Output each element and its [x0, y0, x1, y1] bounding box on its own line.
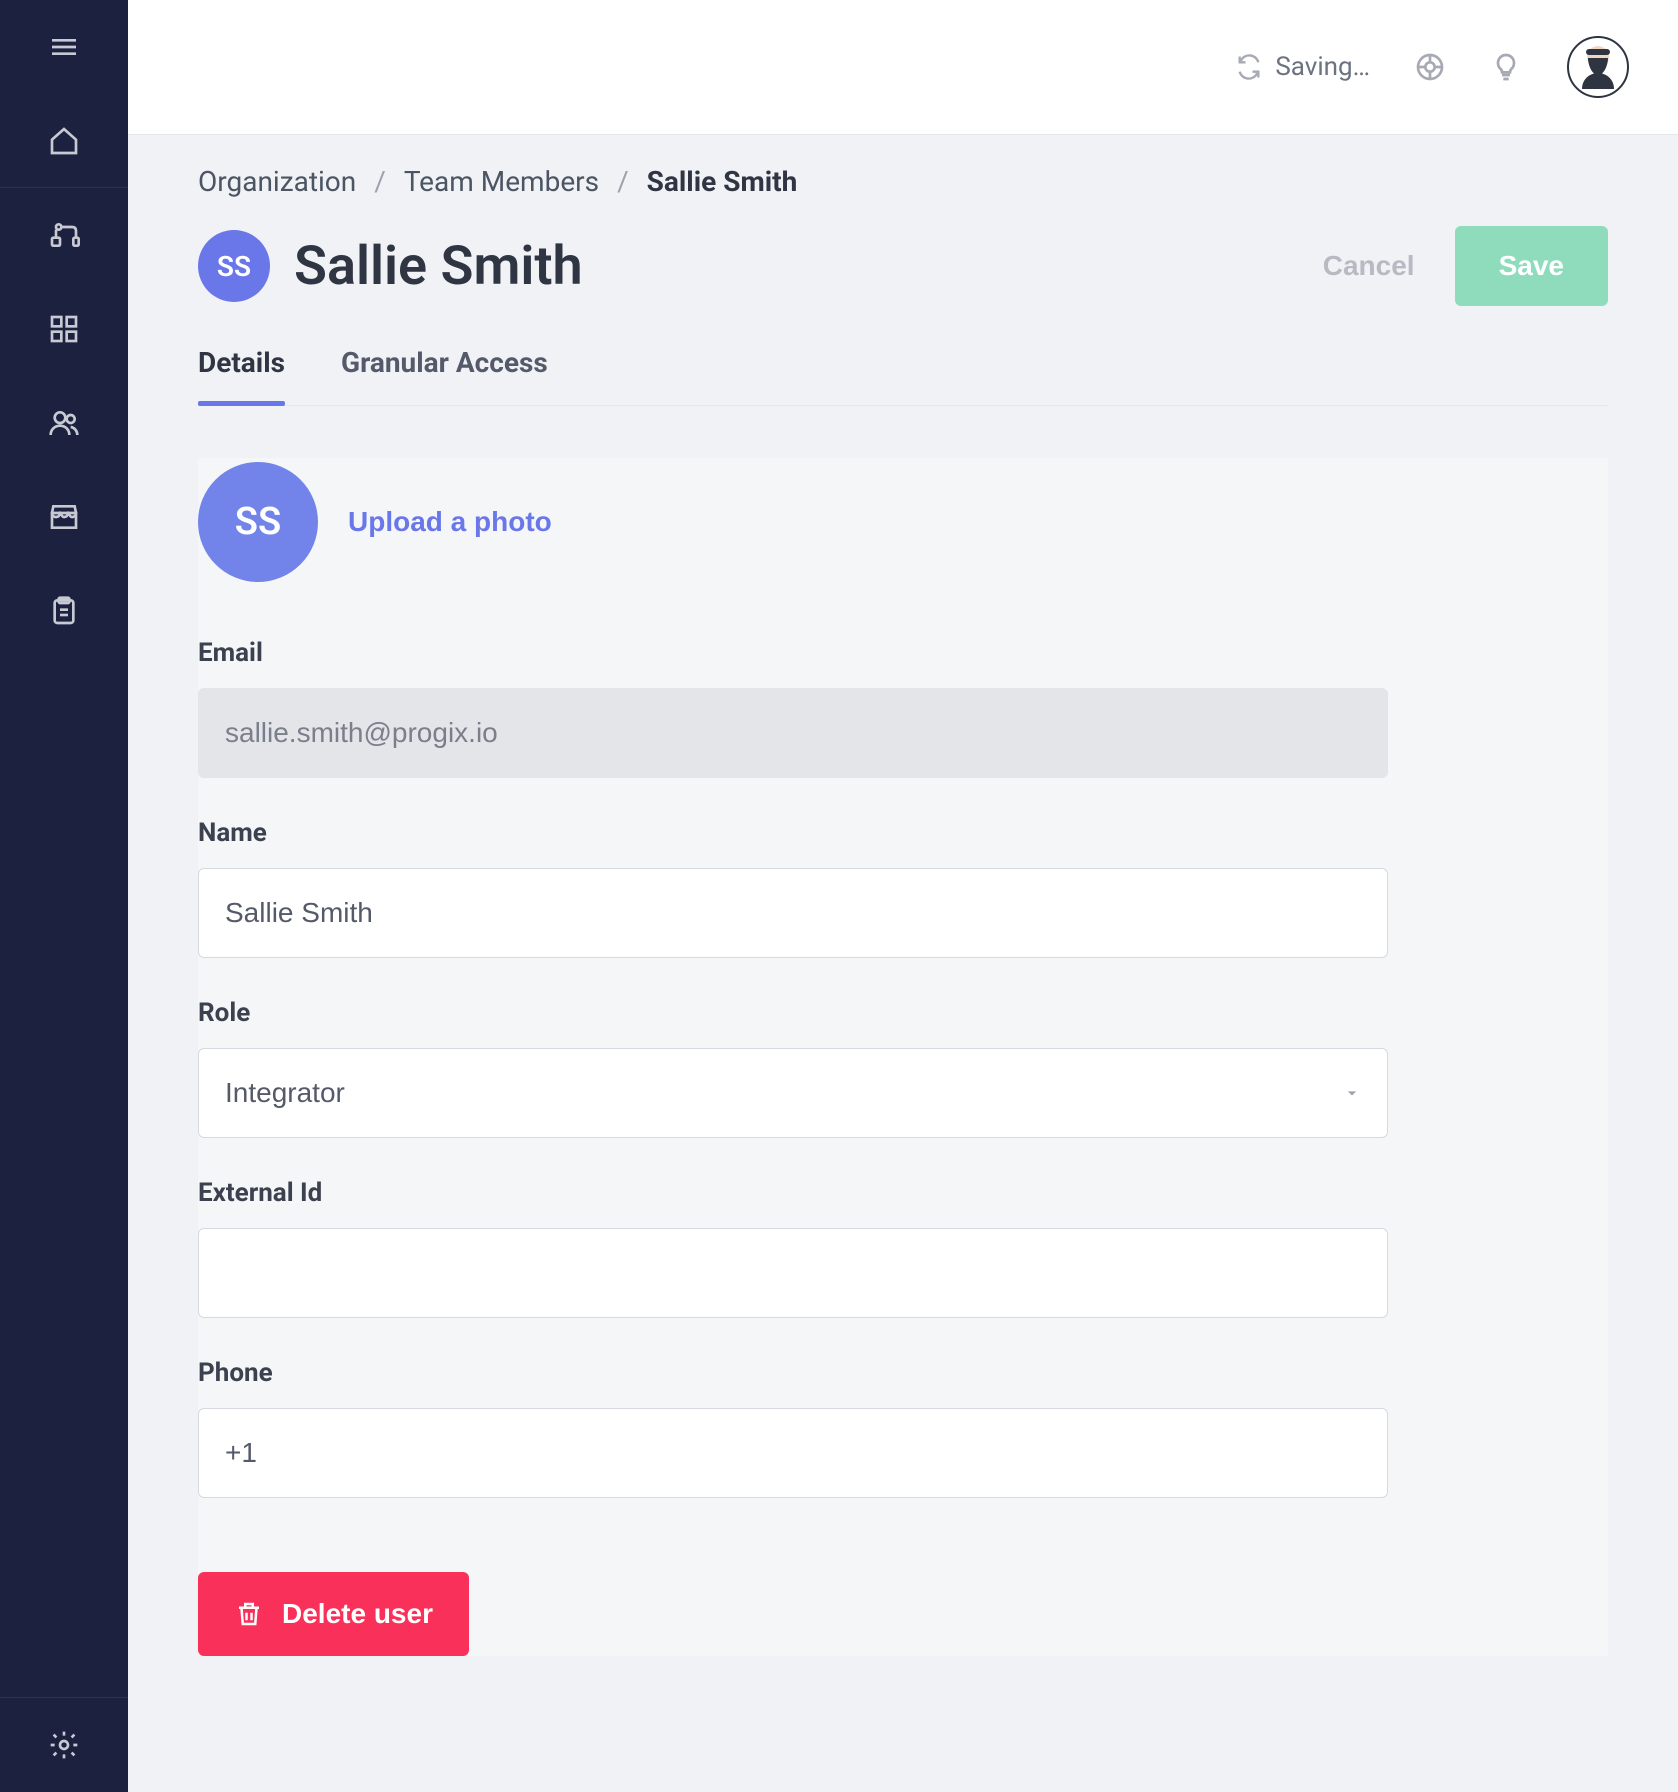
sidebar-item-store[interactable]	[0, 470, 128, 564]
breadcrumb-team-members[interactable]: Team Members	[404, 165, 599, 198]
sidebar-toggle[interactable]	[0, 0, 128, 94]
delete-user-button[interactable]: Delete user	[198, 1572, 469, 1656]
cancel-button[interactable]: Cancel	[1323, 250, 1415, 282]
externalid-label: External Id	[198, 1178, 1388, 1208]
clipboard-icon	[48, 595, 80, 627]
sync-icon	[1235, 53, 1263, 81]
store-icon	[48, 501, 80, 533]
phone-label: Phone	[198, 1358, 1388, 1388]
grid-icon	[48, 313, 80, 345]
save-status: Saving…	[1235, 52, 1370, 82]
support-icon[interactable]	[1414, 51, 1446, 83]
sidebar-item-home[interactable]	[0, 94, 128, 188]
delete-user-label: Delete user	[282, 1598, 433, 1630]
details-panel: SS Upload a photo Email Name Role	[198, 458, 1608, 1656]
topbar: Saving…	[128, 0, 1678, 135]
users-icon	[48, 407, 80, 439]
email-input	[198, 688, 1388, 778]
profile-photo-avatar: SS	[198, 462, 318, 582]
externalid-input[interactable]	[198, 1228, 1388, 1318]
breadcrumb-separator: /	[374, 165, 386, 198]
role-label: Role	[198, 998, 1388, 1028]
save-status-text: Saving…	[1275, 52, 1370, 82]
sidebar-item-flows[interactable]	[0, 188, 128, 282]
avatar-icon	[1566, 35, 1630, 99]
name-input[interactable]	[198, 868, 1388, 958]
title-avatar: SS	[198, 230, 270, 302]
name-label: Name	[198, 818, 1388, 848]
role-select[interactable]	[198, 1048, 1388, 1138]
user-avatar[interactable]	[1566, 35, 1630, 99]
trash-icon	[234, 1599, 264, 1629]
gear-icon	[48, 1729, 80, 1761]
save-button[interactable]: Save	[1455, 226, 1608, 306]
tab-details[interactable]: Details	[198, 346, 285, 405]
tab-granular-access[interactable]: Granular Access	[341, 346, 548, 405]
breadcrumb: Organization / Team Members / Sallie Smi…	[198, 165, 1608, 198]
breadcrumb-current: Sallie Smith	[647, 165, 798, 198]
tabs: Details Granular Access	[198, 346, 1608, 406]
flow-icon	[48, 219, 80, 251]
sidebar-item-notes[interactable]	[0, 564, 128, 658]
lightbulb-icon[interactable]	[1490, 51, 1522, 83]
email-label: Email	[198, 638, 1388, 668]
hamburger-icon	[48, 31, 80, 63]
sidebar	[0, 0, 128, 1792]
sidebar-item-dashboard[interactable]	[0, 282, 128, 376]
sidebar-item-users[interactable]	[0, 376, 128, 470]
sidebar-item-settings[interactable]	[0, 1698, 128, 1792]
home-icon	[48, 125, 80, 157]
upload-photo-button[interactable]: Upload a photo	[348, 506, 552, 538]
breadcrumb-organization[interactable]: Organization	[198, 165, 356, 198]
breadcrumb-separator: /	[617, 165, 629, 198]
page-title: Sallie Smith	[294, 235, 583, 298]
phone-input[interactable]	[198, 1408, 1388, 1498]
